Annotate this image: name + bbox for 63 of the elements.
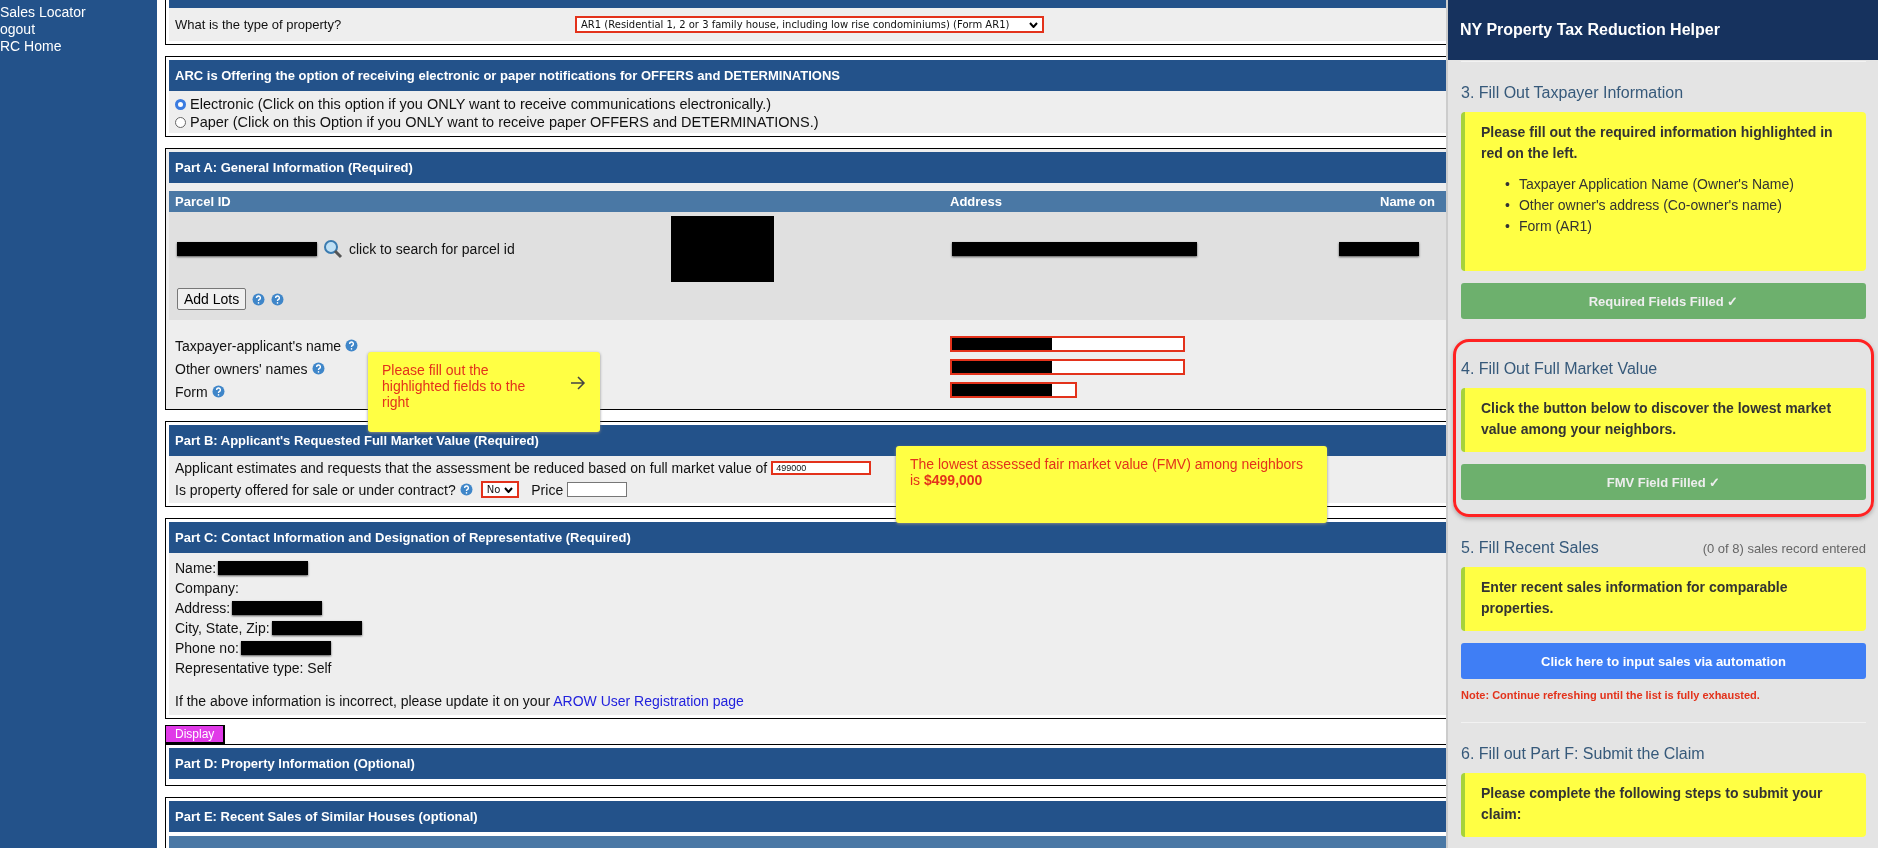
instruction-text: Please complete the following steps to submit your claim: xyxy=(1481,784,1824,824)
input-field[interactable] xyxy=(950,359,1185,375)
contact-label: Company: xyxy=(175,579,239,596)
radio-label: Electronic (Click on this option if you ONLY want to receive communications electronically.) xyxy=(190,95,772,113)
step-title: 6. Fill out Part F: Submit the Claim xyxy=(1461,745,1705,763)
property-type-label: What is the type of property? xyxy=(175,17,343,32)
field-label: Taxpayer-applicant's name xyxy=(175,337,342,354)
caret-icon xyxy=(504,486,514,493)
bullet-text: Taxpayer Application Name (Owner's Name) xyxy=(1518,175,1794,194)
sales-count: (0 of 8) sales record entered xyxy=(1702,541,1866,556)
field-label: Other owners' names xyxy=(175,360,308,377)
bullet-marker: • xyxy=(1505,196,1510,215)
field-label: Is property offered for sale or under contract? xyxy=(175,481,456,498)
bullet-marker: • xyxy=(1505,217,1510,236)
contact-label: Address: xyxy=(175,599,231,616)
sidebar-link[interactable]: ogout xyxy=(0,21,36,38)
field-label: Price xyxy=(531,481,564,498)
instruction-text: Click the button below to discover the lowest market value among your neighbors. xyxy=(1481,399,1833,439)
sidebar-link[interactable]: RC Home xyxy=(0,38,62,55)
help-icon[interactable] xyxy=(252,292,266,306)
step-title: 4. Fill Out Full Market Value xyxy=(1461,360,1658,378)
property-type-select[interactable]: AR1 (Residential 1, 2 or 3 family house, including low rise condominiums) (Form AR1) xyxy=(575,16,1045,33)
contact-label: Name: xyxy=(175,559,217,576)
help-icon[interactable] xyxy=(271,292,285,306)
help-icon[interactable] xyxy=(459,483,473,496)
add-lots-button[interactable]: Add Lots xyxy=(177,288,247,310)
instruction-text: Please fill out the required information highlighted in red on the left. xyxy=(1481,123,1834,163)
panel-title: NY Property Tax Reduction Helper xyxy=(1448,0,1878,60)
input-field[interactable] xyxy=(950,336,1185,352)
sale-select[interactable]: No xyxy=(480,481,520,498)
column-header: Name on xyxy=(1379,193,1436,211)
input-field[interactable]: 499000 xyxy=(771,461,872,475)
column-header: Address xyxy=(949,193,1004,211)
step-title: 5. Fill Recent Sales xyxy=(1461,539,1599,557)
contact-label: Representative type: Self xyxy=(175,659,332,676)
bullet-text: Other owner's address (Co-owner's name) xyxy=(1518,196,1782,215)
input-field[interactable] xyxy=(567,482,628,497)
search-icon[interactable] xyxy=(323,239,343,259)
tooltip-text: Please fill out the highlighted fields to the right xyxy=(382,362,527,410)
form-select[interactable] xyxy=(950,382,1077,398)
help-icon[interactable] xyxy=(345,339,359,352)
arrow-right-icon xyxy=(570,376,586,390)
tooltip-text: The lowest assessed fair market value (FMV) among neighbors is $499,000 xyxy=(910,456,1304,488)
caret-icon xyxy=(1029,21,1039,28)
contact-label: Phone no: xyxy=(175,639,239,656)
radio-button[interactable] xyxy=(175,98,186,110)
radio-label: Paper (Click on this Option if you ONLY want to receive paper OFFERS and DETERMINATIONS.) xyxy=(190,113,819,131)
field-label: Applicant estimates and requests that the assessment be reduced based on full market value of xyxy=(175,460,768,476)
step-button[interactable]: Click here to input sales via automation xyxy=(1461,643,1866,679)
bullet-text: Form (AR1) xyxy=(1518,217,1593,236)
field-label: Form xyxy=(175,383,208,400)
contact-label: City, State, Zip: xyxy=(175,619,270,636)
bullet-marker: • xyxy=(1505,175,1510,194)
search-link[interactable]: click to search for parcel id xyxy=(349,241,515,257)
note-text: Note: Continue refreshing until the list is fully exhausted. xyxy=(1461,689,1761,701)
help-icon[interactable] xyxy=(311,362,325,375)
display-button[interactable]: Display xyxy=(165,725,226,744)
sidebar-link[interactable]: Sales Locator xyxy=(0,4,86,21)
instruction-text: Enter recent sales information for comparable properties. xyxy=(1481,578,1789,618)
column-header: Parcel ID xyxy=(174,193,232,211)
registration-link[interactable]: AROW User Registration page xyxy=(553,693,744,709)
radio-button[interactable] xyxy=(175,116,186,128)
help-icon[interactable] xyxy=(211,385,225,398)
